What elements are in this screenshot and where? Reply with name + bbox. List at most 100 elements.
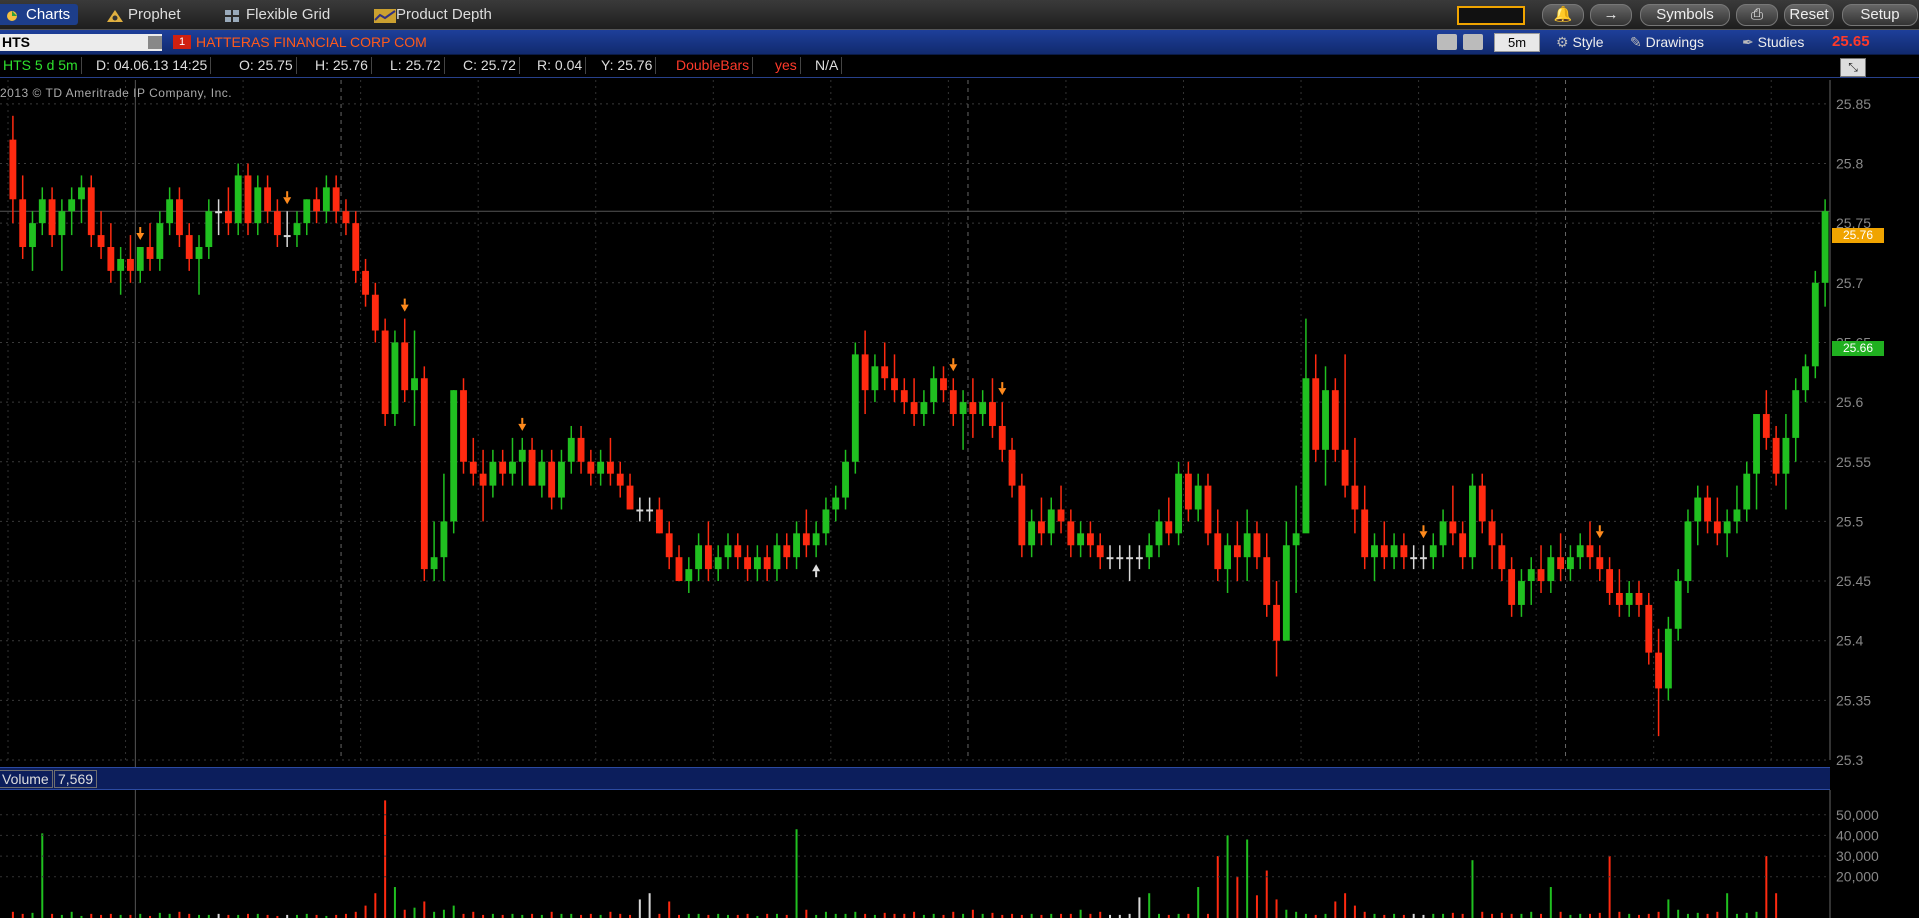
candle-body: [832, 497, 840, 510]
candle-body: [1664, 628, 1672, 689]
candle-body: [58, 211, 66, 236]
candle-body: [1380, 545, 1388, 558]
candle-body: [979, 402, 987, 415]
volume-series: [11, 800, 1778, 918]
candle-body: [362, 270, 369, 295]
candle-body: [1459, 533, 1467, 558]
candle-body: [783, 545, 791, 558]
candle-body: [567, 437, 575, 462]
signal-arrow: [1595, 531, 1604, 539]
candle-body: [1018, 485, 1026, 546]
candle-body: [273, 211, 281, 236]
candle-body: [626, 485, 634, 510]
price-tick-label: 25.8: [1836, 156, 1863, 172]
price-tick-label: 25.5: [1836, 513, 1863, 529]
candle-body: [959, 402, 967, 415]
candle-body: [685, 569, 693, 582]
candle-body: [763, 557, 771, 570]
candle-body: [1811, 282, 1819, 367]
candle-body: [646, 509, 654, 512]
candle-body: [1273, 604, 1280, 641]
candle-body: [509, 461, 516, 474]
candle-body: [1361, 509, 1369, 558]
candle-body: [332, 187, 340, 212]
candle-body: [1371, 545, 1378, 558]
candle-body: [166, 199, 174, 224]
candle-body: [1106, 557, 1114, 560]
volume-tick-label: 40,000: [1836, 827, 1879, 843]
candle-body: [920, 402, 928, 415]
candle-body: [1194, 485, 1202, 510]
candle-body: [1028, 521, 1036, 546]
candle-body: [1606, 569, 1614, 593]
candle-body: [499, 461, 507, 474]
volume-tick-label: 20,000: [1836, 869, 1879, 885]
candle-body: [1135, 557, 1143, 560]
candle-body: [1674, 581, 1682, 629]
candle-body: [205, 211, 213, 248]
candle-body: [989, 402, 996, 426]
candle-body: [78, 187, 85, 200]
candle-body: [861, 354, 869, 391]
candle-body: [548, 461, 556, 498]
candle-body: [1508, 569, 1516, 605]
candle-body: [1429, 545, 1437, 558]
candle-body: [430, 557, 438, 570]
candle-body: [411, 378, 418, 391]
candle-body: [1263, 557, 1271, 605]
candle-body: [136, 247, 144, 271]
candle-body: [734, 545, 742, 558]
candle-body: [29, 223, 36, 248]
candle-body: [1537, 569, 1545, 582]
candle-body: [655, 509, 663, 534]
candle-body: [224, 211, 232, 224]
signal-arrow: [136, 233, 145, 241]
copyright-text: 2013 © TD Ameritrade IP Company, Inc.: [0, 86, 233, 100]
price-tick-label: 25.6: [1836, 394, 1863, 410]
candle-body: [1704, 497, 1711, 522]
candle-body: [528, 449, 536, 486]
candle-body: [1077, 533, 1085, 546]
volume-label[interactable]: Volume: [0, 770, 53, 788]
candle-body: [1488, 521, 1496, 546]
candle-body: [744, 557, 752, 570]
candle-body: [1684, 521, 1692, 582]
candle-body: [469, 461, 477, 474]
candle-body: [1557, 557, 1565, 570]
candle-body: [9, 139, 17, 200]
candle-body: [1596, 557, 1604, 570]
candle-body: [19, 199, 27, 248]
candle-body: [558, 461, 565, 498]
candle-body: [851, 354, 859, 462]
candle-body: [812, 533, 820, 546]
candle-body: [930, 378, 938, 403]
candle-body: [479, 473, 487, 486]
candle-body: [1233, 545, 1241, 558]
candle-body: [1126, 557, 1134, 560]
candle-body: [215, 211, 223, 214]
price-tick-label: 25.3: [1836, 752, 1863, 768]
signal-arrow: [1419, 531, 1428, 539]
candle-body: [38, 199, 46, 224]
candle-body: [460, 390, 467, 462]
candle-body: [1439, 521, 1447, 546]
signal-arrow: [949, 364, 958, 372]
candle-body: [822, 509, 830, 534]
candle-body: [1576, 545, 1584, 558]
candle-body: [195, 247, 203, 259]
candle-body: [518, 449, 526, 462]
candle-body: [1047, 509, 1055, 534]
candle-body: [1762, 414, 1770, 438]
candle-body: [1292, 533, 1300, 546]
maximize-icon[interactable]: ⤡: [1840, 58, 1866, 77]
candle-body: [773, 545, 781, 570]
candle-body: [1145, 545, 1153, 558]
signal-arrow: [518, 423, 527, 431]
candle-body: [900, 390, 908, 403]
candle-body: [1547, 557, 1555, 582]
candle-body: [440, 521, 448, 558]
price-tick-label: 25.35: [1836, 692, 1871, 708]
candle-body: [1390, 545, 1398, 558]
axis-background: [1830, 80, 1919, 760]
candle-body: [1224, 545, 1231, 570]
